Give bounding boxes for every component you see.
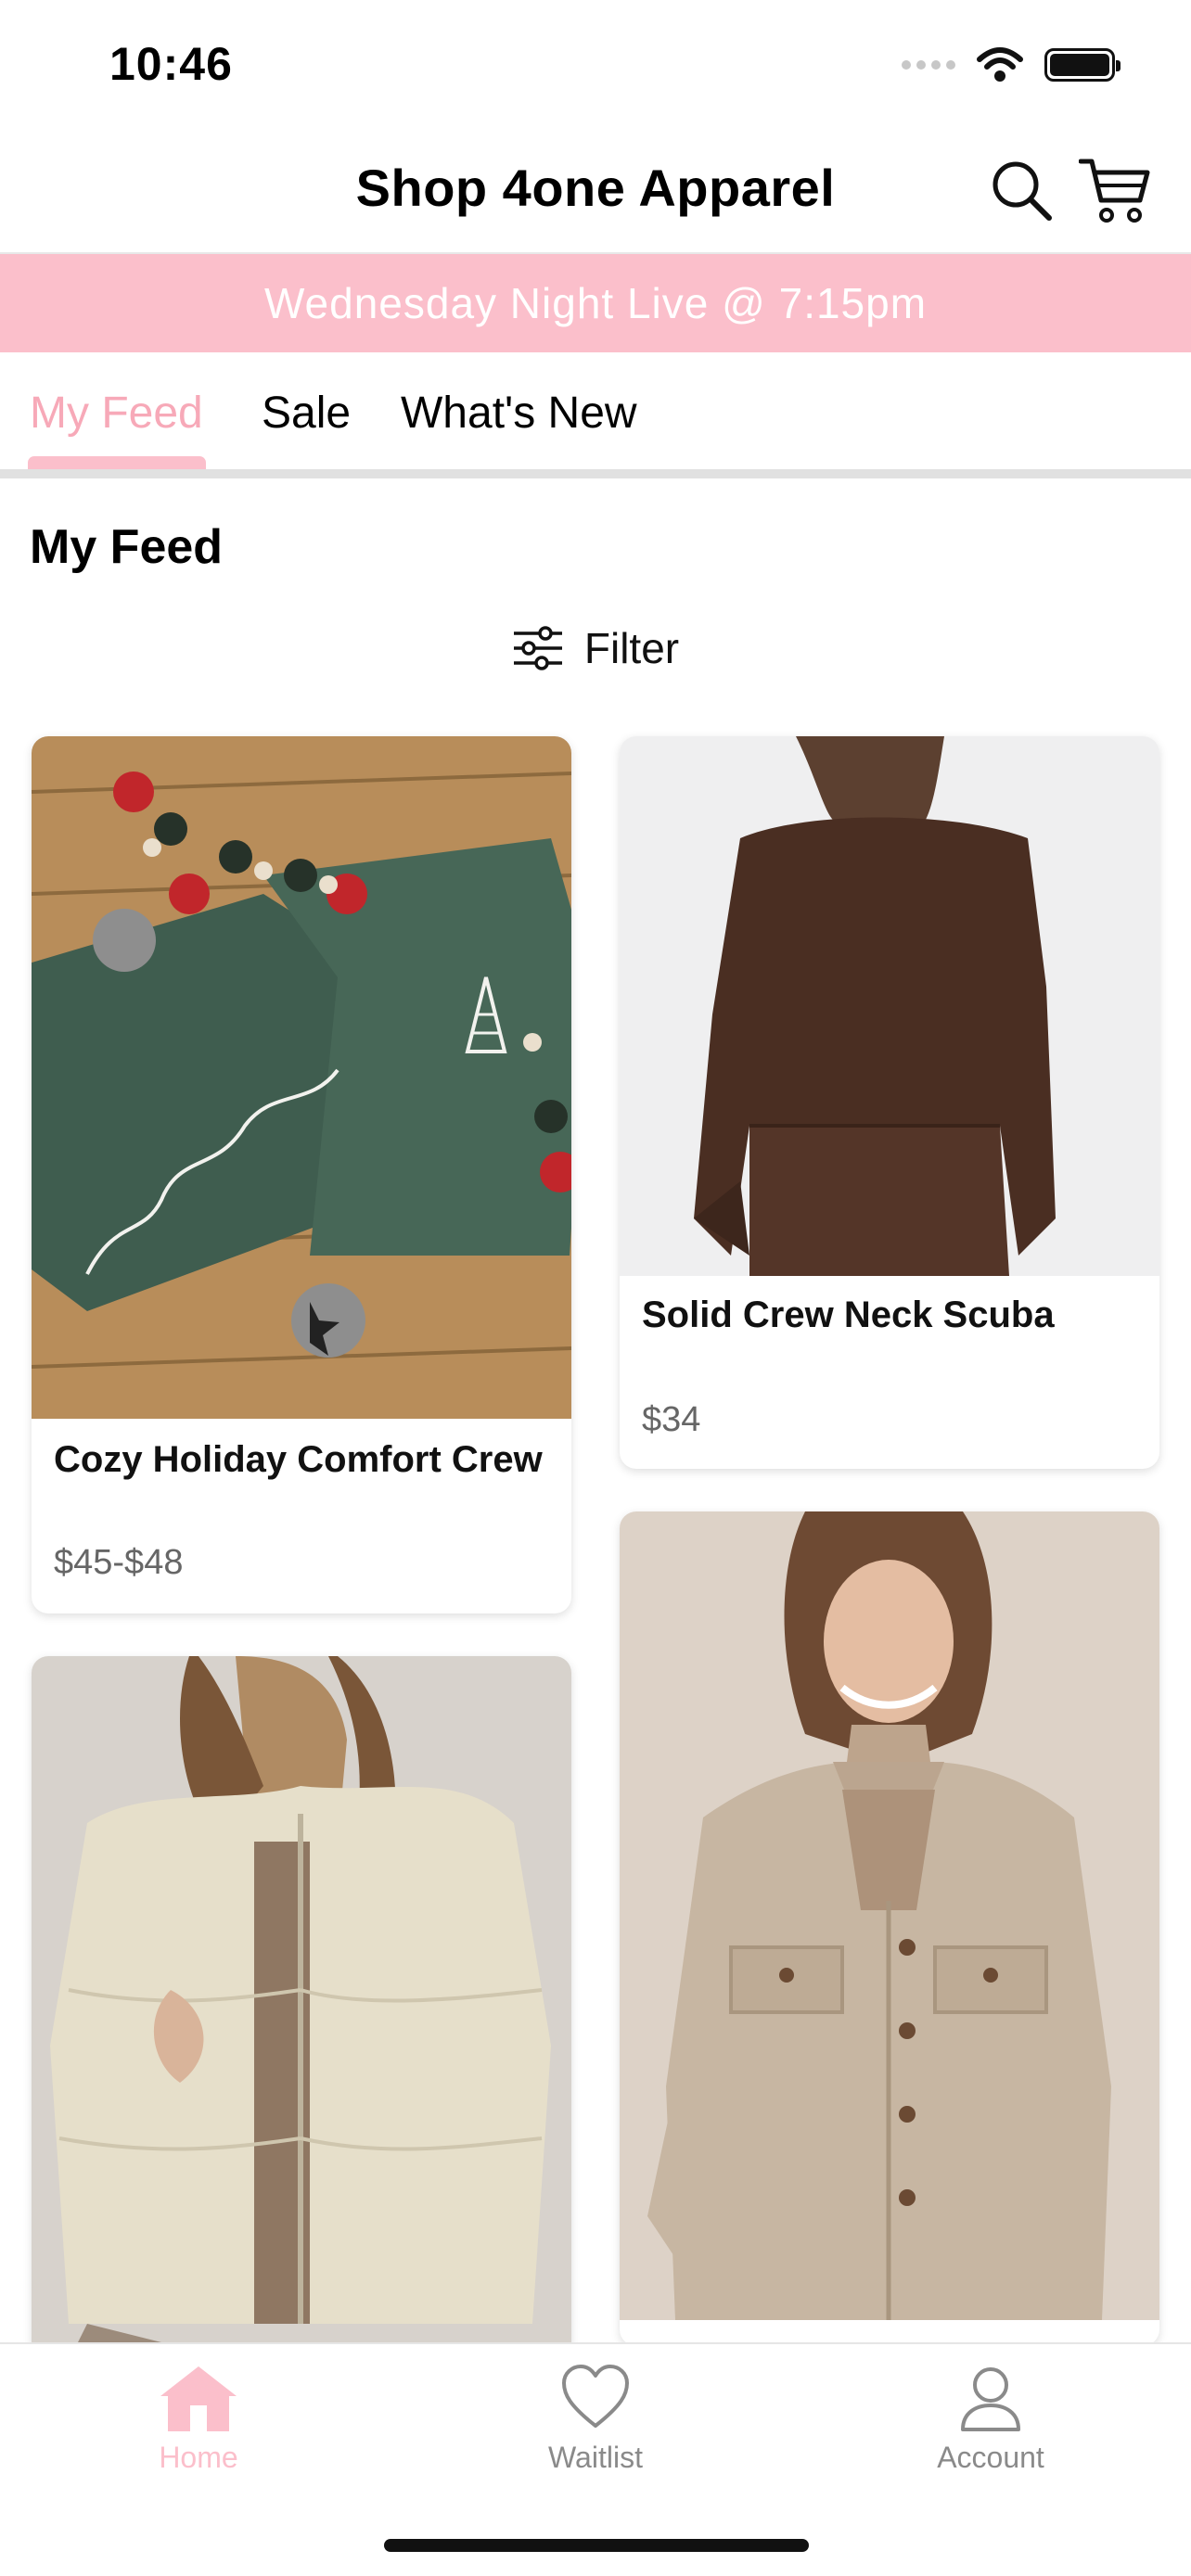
product-card[interactable]: Solid Crew Neck Scuba $34: [620, 736, 1159, 1469]
nav-label: Waitlist: [548, 2441, 643, 2474]
home-icon: [160, 2366, 237, 2431]
section-title: My Feed: [30, 520, 224, 574]
filter-label: Filter: [583, 624, 680, 672]
signal-icon: [902, 60, 955, 70]
nav-home[interactable]: Home: [96, 2363, 301, 2475]
product-price: $45-$48: [54, 1543, 184, 1582]
feed-tabs: My Feed Sale What's New: [0, 352, 1191, 478]
nav-label: Home: [159, 2441, 238, 2474]
status-time: 10:46: [109, 38, 233, 90]
user-icon: [961, 2367, 1020, 2431]
status-icons: [902, 46, 1121, 83]
sliders-icon: [513, 626, 562, 670]
product-image: [32, 1656, 571, 2361]
nav-account[interactable]: Account: [889, 2363, 1093, 2475]
status-bar: 10:46: [0, 0, 1191, 130]
product-image: [620, 1511, 1159, 2320]
nav-waitlist[interactable]: Waitlist: [493, 2363, 698, 2475]
wifi-icon: [977, 47, 1023, 82]
heart-icon: [562, 2365, 629, 2428]
tab-my-feed[interactable]: My Feed: [30, 388, 203, 439]
announcement-banner[interactable]: Wednesday Night Live @ 7:15pm: [0, 254, 1191, 352]
cart-icon: [1079, 159, 1150, 223]
home-indicator[interactable]: [384, 2539, 809, 2552]
nav-label: Account: [937, 2441, 1044, 2474]
search-icon: [992, 161, 1052, 221]
filter-button[interactable]: Filter: [0, 623, 1191, 673]
product-name: Cozy Holiday Comfort Crew: [54, 1439, 543, 1480]
product-image: [32, 736, 571, 1419]
product-name: Solid Crew Neck Scuba: [642, 1294, 1055, 1335]
product-image: [620, 736, 1159, 1276]
battery-icon: [1044, 48, 1121, 82]
active-tab-indicator: [28, 456, 206, 469]
banner-text: Wednesday Night Live @ 7:15pm: [263, 279, 928, 327]
app-header: Shop 4one Apparel: [0, 130, 1191, 254]
bottom-nav: Home Waitlist Account: [0, 2342, 1191, 2576]
search-button[interactable]: [985, 154, 1059, 228]
product-card[interactable]: [32, 1656, 571, 2361]
product-price: $34: [642, 1400, 701, 1439]
tab-whats-new[interactable]: What's New: [401, 388, 637, 439]
product-card[interactable]: [620, 1511, 1159, 2346]
product-card[interactable]: Cozy Holiday Comfort Crew $45-$48: [32, 736, 571, 1613]
tab-sale[interactable]: Sale: [262, 388, 351, 439]
cart-button[interactable]: [1078, 154, 1152, 228]
